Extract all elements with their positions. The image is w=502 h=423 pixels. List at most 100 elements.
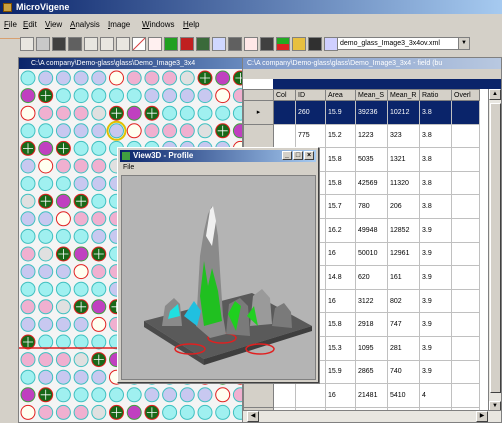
cell-mean-r[interactable]: 206: [387, 194, 420, 219]
cell-mean-s[interactable]: 5035: [355, 147, 388, 172]
cell-mean-s[interactable]: 50010: [355, 241, 388, 267]
spot[interactable]: [55, 404, 71, 420]
spot[interactable]: [38, 70, 54, 86]
spot[interactable]: [91, 334, 107, 350]
spot[interactable]: [55, 316, 71, 332]
spot[interactable]: [91, 123, 107, 139]
record-icon[interactable]: [228, 37, 242, 51]
cell-overlay[interactable]: [451, 312, 480, 337]
zoom-icon[interactable]: [84, 37, 98, 51]
spot[interactable]: [55, 70, 71, 86]
spot[interactable]: [73, 140, 89, 156]
spot[interactable]: [55, 281, 71, 297]
spot[interactable]: [55, 228, 71, 244]
cell-ratio[interactable]: 3.9: [419, 217, 452, 243]
menu-view[interactable]: View: [45, 18, 62, 32]
spot[interactable]: [55, 369, 71, 385]
spot[interactable]: [20, 369, 36, 385]
rectangle-icon[interactable]: [148, 37, 162, 51]
spot[interactable]: [109, 88, 124, 104]
spot[interactable]: [55, 334, 71, 350]
cell-ratio[interactable]: 3.9: [419, 288, 452, 314]
spot[interactable]: [215, 105, 231, 121]
cell-area[interactable]: 15.9: [325, 100, 356, 125]
spot[interactable]: [144, 387, 160, 403]
column-header-ratio[interactable]: Ratio: [419, 89, 452, 101]
spot[interactable]: [38, 158, 54, 174]
spot[interactable]: [91, 404, 107, 420]
spot[interactable]: [109, 70, 124, 86]
cell-ratio[interactable]: 3.9: [419, 241, 452, 267]
spot[interactable]: [109, 123, 124, 139]
cell-overlay[interactable]: [451, 335, 480, 361]
cell-ratio[interactable]: 3.9: [419, 312, 452, 337]
spot[interactable]: [73, 387, 89, 403]
cell-mean-s[interactable]: 1223: [355, 123, 388, 149]
chevron-down-icon[interactable]: ▼: [458, 38, 469, 49]
spot[interactable]: [38, 176, 54, 192]
cell-mean-r[interactable]: 747: [387, 312, 420, 337]
spot[interactable]: [91, 176, 107, 192]
plus-icon[interactable]: [212, 37, 226, 51]
spot[interactable]: [55, 105, 71, 121]
menu-image[interactable]: Image: [108, 18, 130, 32]
spot[interactable]: [91, 140, 107, 156]
spot[interactable]: [73, 176, 89, 192]
spot[interactable]: [38, 316, 54, 332]
spot[interactable]: [20, 246, 36, 262]
cell-mean-s[interactable]: 1095: [355, 335, 388, 361]
spot[interactable]: [20, 158, 36, 174]
maximize-icon[interactable]: □: [293, 151, 303, 160]
cell-ratio[interactable]: 3.8: [419, 100, 452, 125]
cell-mean-s[interactable]: 42569: [355, 170, 388, 196]
spot[interactable]: [91, 316, 107, 332]
menu-help[interactable]: Help: [183, 18, 199, 32]
spot[interactable]: [73, 70, 89, 86]
spot[interactable]: [179, 404, 195, 420]
open-icon[interactable]: [20, 37, 34, 51]
spot[interactable]: [55, 88, 71, 104]
spot[interactable]: [38, 246, 54, 262]
spot[interactable]: [38, 281, 54, 297]
spot[interactable]: [91, 264, 107, 280]
cell-mean-r[interactable]: 281: [387, 335, 420, 361]
row-header[interactable]: ▸: [243, 100, 274, 125]
cell-overlay[interactable]: [451, 241, 480, 267]
cell-area[interactable]: 16: [325, 383, 356, 408]
spot[interactable]: [73, 352, 89, 368]
cell-area[interactable]: 16: [325, 288, 356, 314]
spot[interactable]: [162, 105, 178, 121]
cell-ratio[interactable]: 3.9: [419, 359, 452, 385]
spot[interactable]: [126, 123, 142, 139]
select-icon[interactable]: [100, 37, 114, 51]
spot[interactable]: [55, 123, 71, 139]
spot[interactable]: [20, 70, 36, 86]
spot[interactable]: [38, 211, 54, 227]
disk-icon[interactable]: [260, 37, 274, 51]
cell-overlay[interactable]: [451, 100, 480, 125]
spot[interactable]: [20, 404, 36, 420]
spot[interactable]: [73, 158, 89, 174]
spot[interactable]: [38, 352, 54, 368]
spot[interactable]: [38, 299, 54, 315]
view3d-render[interactable]: [121, 175, 316, 380]
spot[interactable]: [179, 105, 195, 121]
spot[interactable]: [162, 123, 178, 139]
spot[interactable]: [38, 140, 54, 156]
cell-overlay[interactable]: [451, 170, 480, 196]
export-icon[interactable]: [308, 37, 322, 51]
cell-mean-r[interactable]: 11320: [387, 170, 420, 196]
grid-icon[interactable]: [68, 37, 82, 51]
spot[interactable]: [38, 123, 54, 139]
camera-icon[interactable]: [52, 37, 66, 51]
line-icon[interactable]: [132, 37, 146, 51]
cell-col[interactable]: [273, 100, 296, 125]
cross-icon[interactable]: [180, 37, 194, 51]
spot[interactable]: [20, 176, 36, 192]
spot[interactable]: [197, 123, 213, 139]
spot[interactable]: [126, 70, 142, 86]
spot[interactable]: [215, 404, 231, 420]
file-select[interactable]: demo_glass_Image3_3x4ov.xml ▼: [337, 37, 470, 50]
image-icon[interactable]: [196, 37, 210, 51]
cell-area[interactable]: 15.9: [325, 359, 356, 385]
